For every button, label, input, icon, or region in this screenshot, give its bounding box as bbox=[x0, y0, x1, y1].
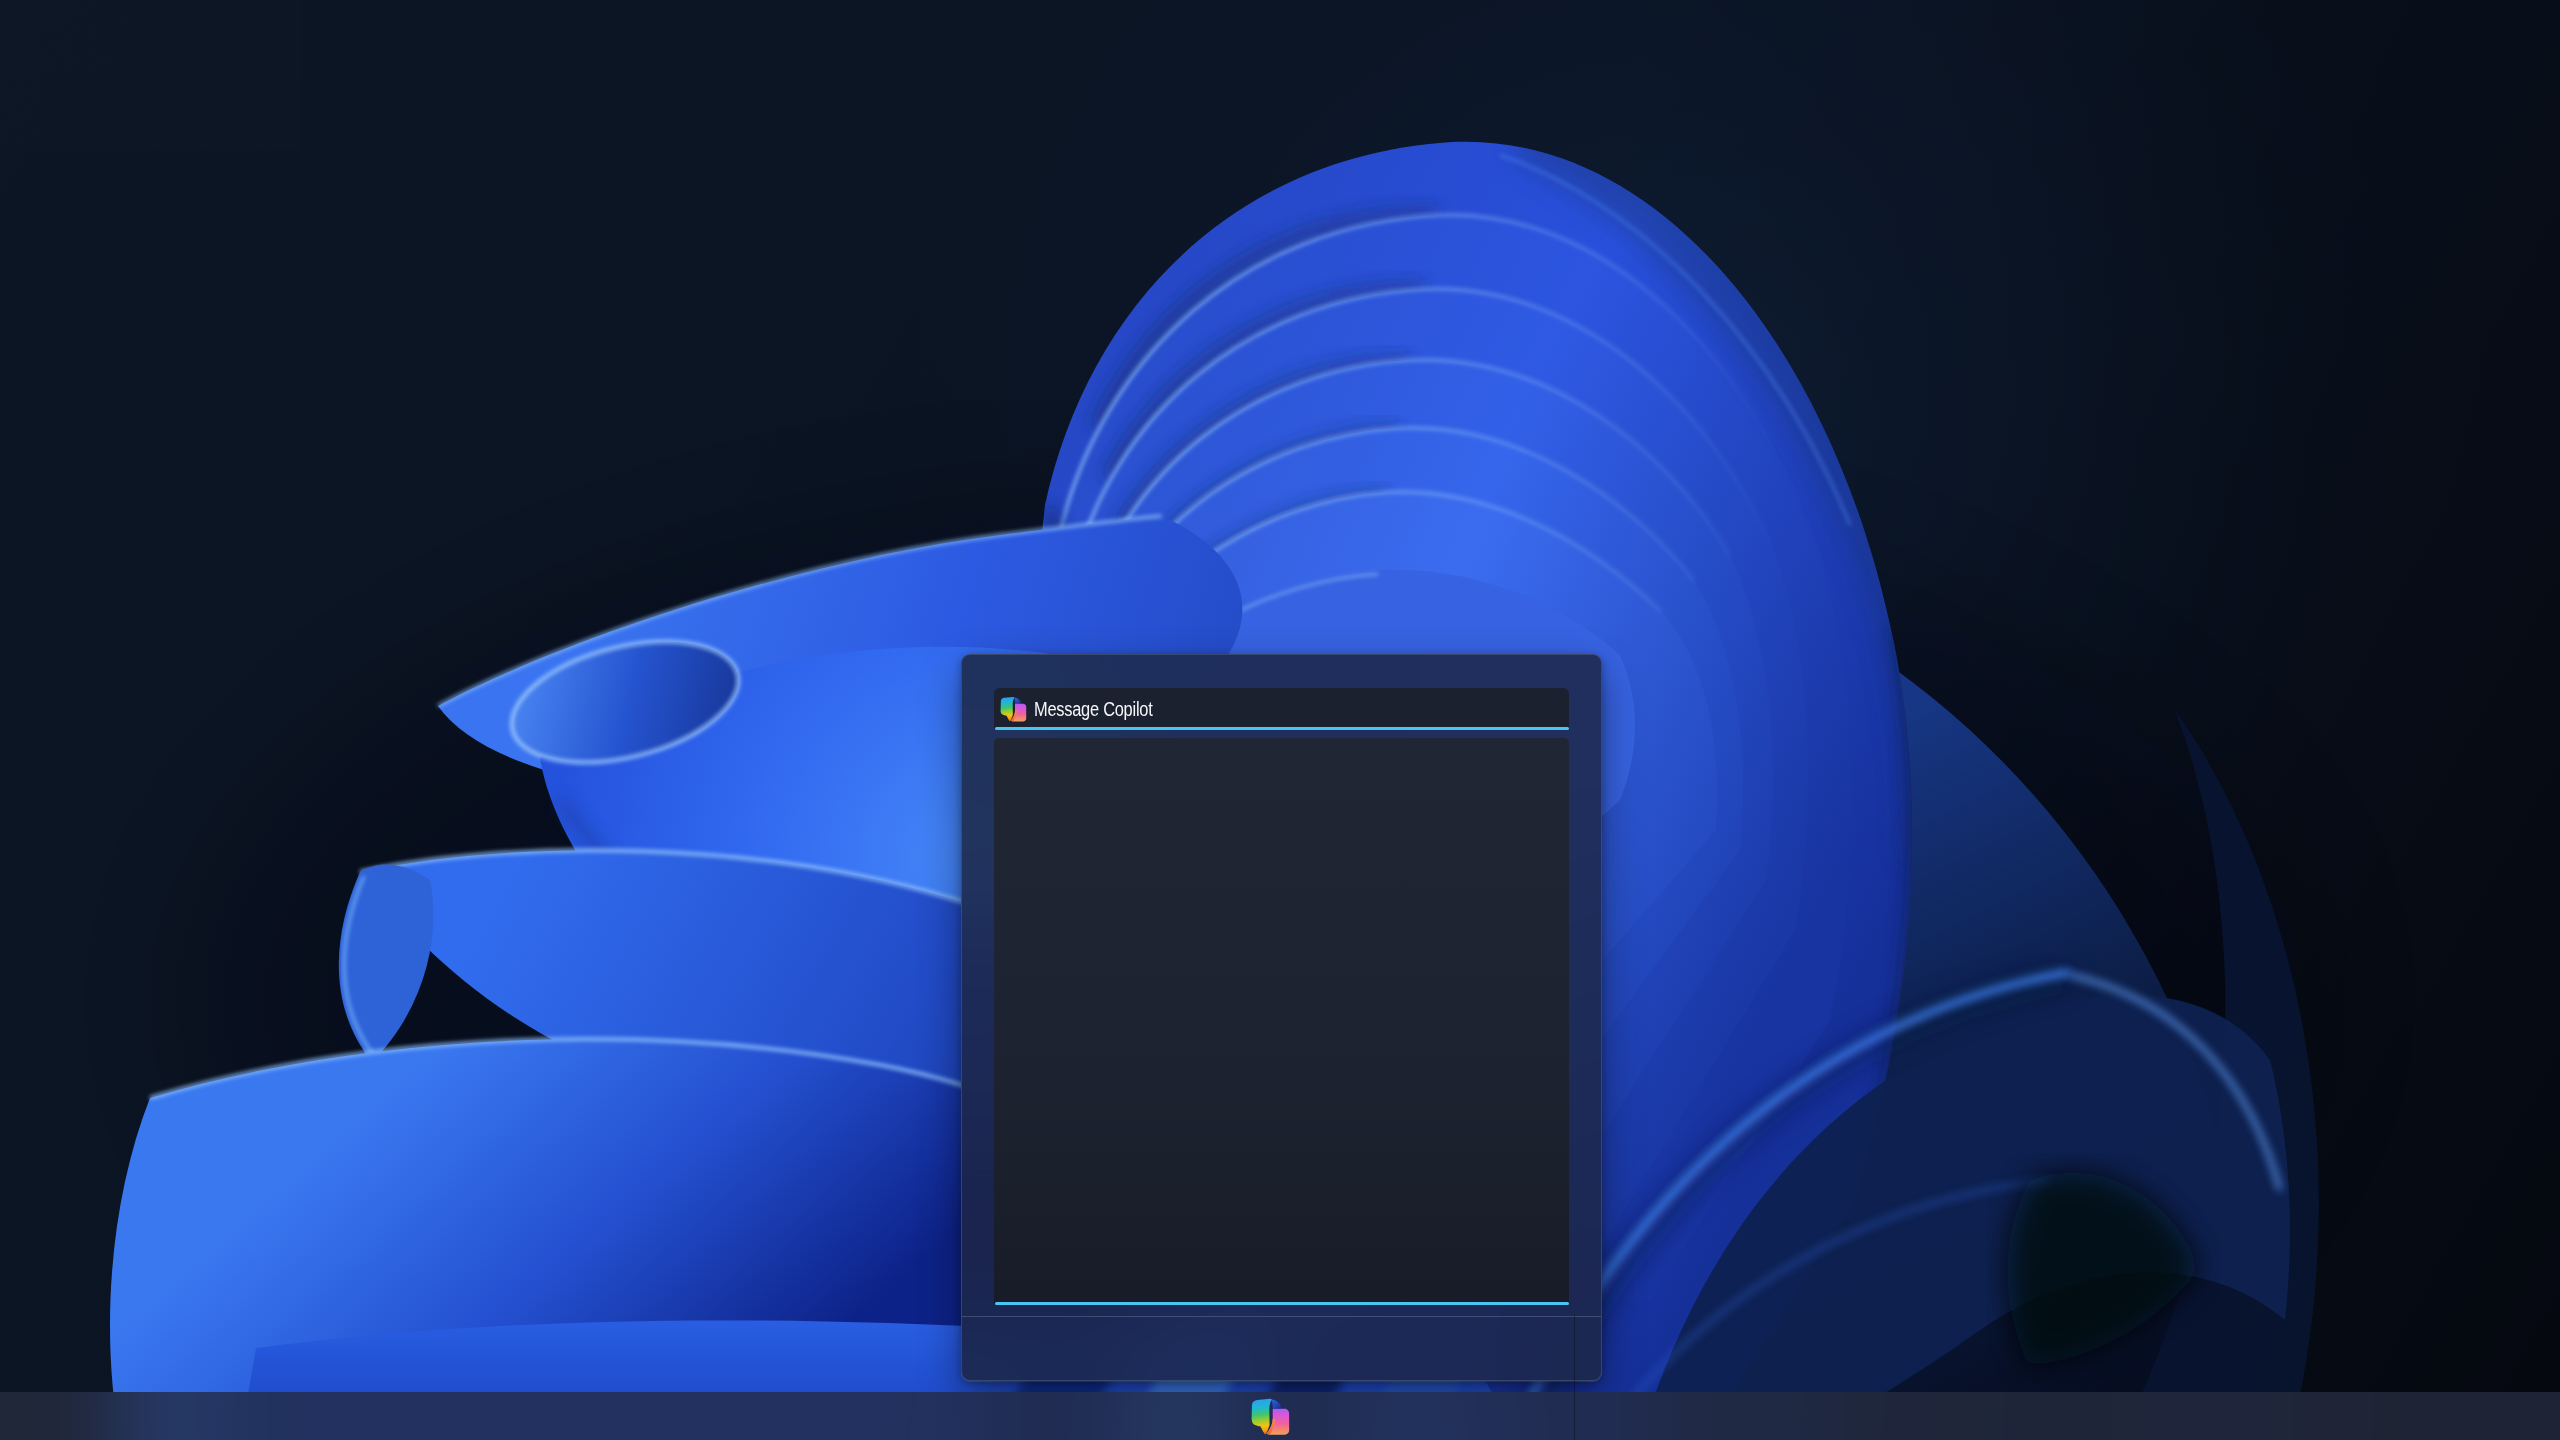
window-titlebar[interactable] bbox=[962, 655, 1601, 688]
message-input[interactable]: Message Copilot bbox=[994, 688, 1569, 730]
message-input-placeholder: Message Copilot bbox=[1034, 698, 1152, 720]
copilot-logo-icon bbox=[999, 695, 1028, 723]
screen-seam-artifact bbox=[1574, 1315, 1575, 1440]
taskbar bbox=[0, 1392, 2560, 1440]
copilot-window: Message Copilot bbox=[961, 654, 1602, 1381]
taskbar-copilot-icon[interactable] bbox=[1250, 1396, 1291, 1437]
window-footer bbox=[962, 1317, 1601, 1381]
desktop: Message Copilot bbox=[0, 0, 2560, 1440]
chat-content-area bbox=[994, 738, 1569, 1305]
